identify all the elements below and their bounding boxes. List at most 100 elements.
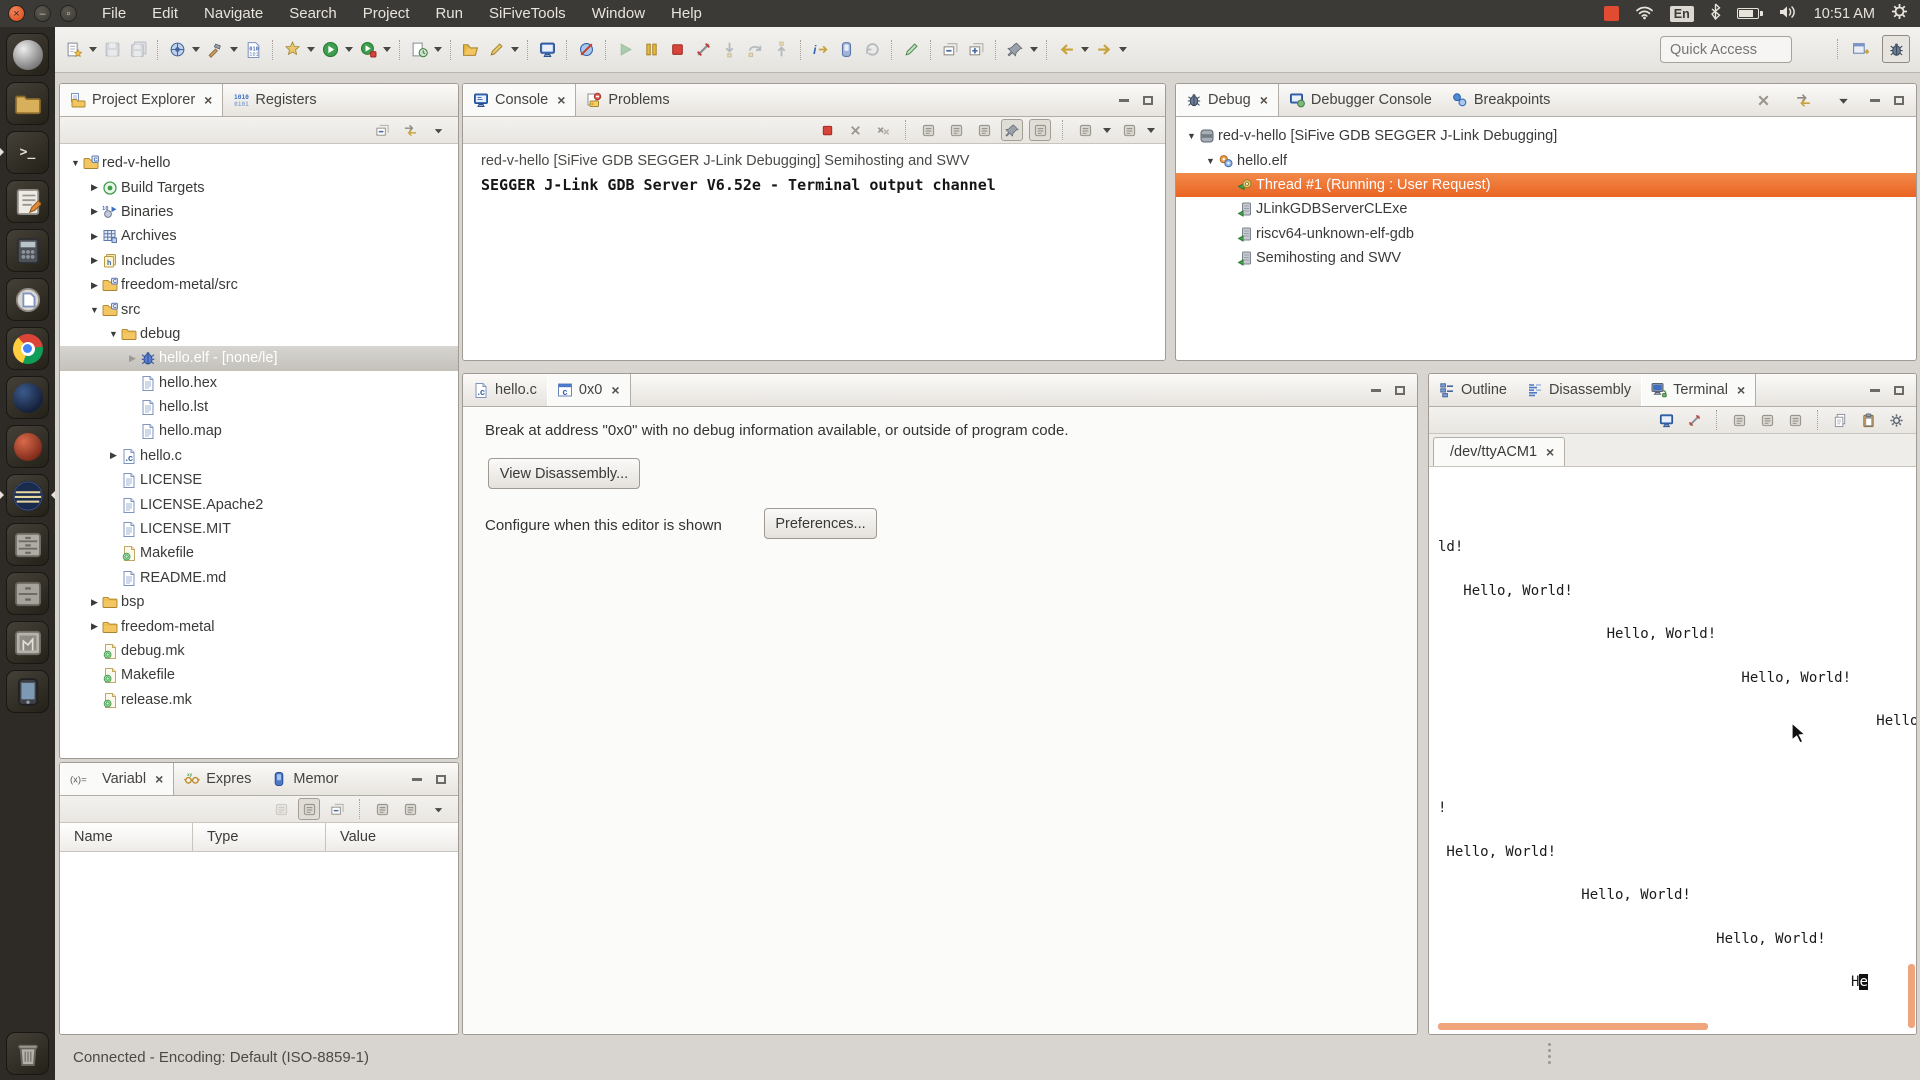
pin-button[interactable]: [1001, 119, 1023, 141]
launcher-icon-eclipse[interactable]: [6, 474, 49, 517]
tree-item-hello-elf[interactable]: ▼hello.elf: [1176, 148, 1916, 172]
collapse-arrow-icon[interactable]: ▼: [1203, 156, 1218, 166]
console-content[interactable]: red-v-hello [SiFive GDB SEGGER J-Link De…: [463, 144, 1165, 361]
clock[interactable]: 10:51 AM: [1814, 6, 1875, 22]
tree-item-riscv64-unknown-elf-gdb[interactable]: riscv64-unknown-elf-gdb: [1176, 222, 1916, 246]
launcher-icon-dash[interactable]: [6, 33, 49, 76]
tab-debug[interactable]: Debug ×: [1176, 84, 1279, 116]
tree-item-license[interactable]: LICENSE: [60, 468, 458, 492]
menu-project[interactable]: Project: [352, 3, 421, 24]
disconnect-button[interactable]: [691, 38, 715, 62]
view-menu-button[interactable]: [1831, 88, 1855, 112]
clear-button[interactable]: [1756, 409, 1778, 431]
scroll-lock-button[interactable]: [945, 119, 967, 141]
tab-project-explorer[interactable]: Project Explorer ×: [60, 84, 223, 116]
lock-button[interactable]: [1784, 409, 1806, 431]
minimize-view-icon[interactable]: [1870, 99, 1880, 102]
instruction-step-button[interactable]: i: [808, 38, 832, 62]
minimize-view-icon[interactable]: [1371, 389, 1381, 392]
menu-edit[interactable]: Edit: [141, 3, 189, 24]
run-button[interactable]: [318, 38, 342, 62]
collapse-all-button[interactable]: [326, 798, 348, 820]
new-wizard-button[interactable]: [62, 38, 86, 62]
memory-view-button[interactable]: [834, 38, 858, 62]
volume-icon[interactable]: [1779, 4, 1798, 24]
pin-button[interactable]: [1003, 38, 1027, 62]
collapse-arrow-icon[interactable]: ▼: [106, 329, 121, 339]
view-menu-button[interactable]: [427, 119, 449, 141]
forward-button[interactable]: [1092, 38, 1116, 62]
maximize-view-icon[interactable]: [1894, 96, 1904, 105]
back-button[interactable]: [1054, 38, 1078, 62]
skip-breakpoints-button[interactable]: [574, 38, 598, 62]
collapse-arrow-icon[interactable]: ▼: [87, 305, 102, 315]
dropdown-arrow-icon[interactable]: [1079, 38, 1091, 62]
tree-item-makefile[interactable]: Makefile: [60, 541, 458, 565]
variables-table-body[interactable]: [60, 852, 458, 1035]
dropdown-arrow-icon[interactable]: [1028, 38, 1040, 62]
expand-arrow-icon[interactable]: ▶: [106, 450, 121, 461]
maximize-view-icon[interactable]: [1395, 386, 1405, 395]
horizontal-scrollbar[interactable]: [1438, 1023, 1708, 1030]
tab-expressions[interactable]: xy Expres: [174, 763, 261, 795]
minimize-window-button[interactable]: –: [34, 5, 51, 22]
word-wrap-button[interactable]: [973, 119, 995, 141]
close-icon[interactable]: ×: [204, 92, 212, 108]
expand-all-button[interactable]: [964, 38, 988, 62]
launcher-icon-drawer-3[interactable]: [6, 621, 49, 664]
keyboard-indicator[interactable]: En: [1670, 6, 1694, 22]
tab-variables[interactable]: (x)= Variabl ×: [60, 763, 174, 795]
tree-item-semihosting-and-swv[interactable]: Semihosting and SWV: [1176, 246, 1916, 270]
tree-mode-button[interactable]: [298, 798, 320, 820]
dropdown-arrow-icon[interactable]: [381, 38, 393, 62]
coverage-button[interactable]: [356, 38, 380, 62]
edit-button[interactable]: [484, 38, 508, 62]
dropdown-arrow-icon[interactable]: [509, 38, 521, 62]
clear-button[interactable]: [917, 119, 939, 141]
profile-button[interactable]: [407, 38, 431, 62]
maximize-window-button[interactable]: ▫: [60, 5, 77, 22]
new-terminal-button[interactable]: [1655, 409, 1677, 431]
suspend-button[interactable]: [639, 38, 663, 62]
dropdown-arrow-icon[interactable]: [1117, 38, 1129, 62]
close-icon[interactable]: ×: [155, 771, 163, 787]
expand-arrow-icon[interactable]: ▶: [87, 621, 102, 632]
copy-button[interactable]: [1829, 409, 1851, 431]
expand-arrow-icon[interactable]: ▶: [87, 182, 102, 193]
tab-serial-port[interactable]: /dev/ttyACM1 ×: [1433, 437, 1565, 466]
view-disassembly-button[interactable]: View Disassembly...: [488, 458, 640, 489]
target-button[interactable]: [165, 38, 189, 62]
expand-arrow-icon[interactable]: ▶: [125, 353, 140, 364]
binary-doc-button[interactable]: 010101: [241, 38, 265, 62]
tree-item-license-apache2[interactable]: LICENSE.Apache2: [60, 492, 458, 516]
vertical-scrollbar[interactable]: [1908, 964, 1915, 1028]
dropdown-arrow-icon[interactable]: [305, 38, 317, 62]
menu-window[interactable]: Window: [581, 3, 656, 24]
launcher-icon-system-red[interactable]: [6, 425, 49, 468]
maximize-view-icon[interactable]: [1143, 96, 1153, 105]
menu-run[interactable]: Run: [424, 3, 474, 24]
disconnect-button[interactable]: [1683, 409, 1705, 431]
tab-breakpoints[interactable]: Breakpoints: [1442, 84, 1561, 116]
tree-item-red-v-hello[interactable]: ▼Cred-v-hello: [60, 151, 458, 175]
open-console-button[interactable]: [1074, 119, 1096, 141]
tree-item-src[interactable]: ▼Csrc: [60, 297, 458, 321]
tab-memory[interactable]: Memor: [261, 763, 348, 795]
menu-navigate[interactable]: Navigate: [193, 3, 274, 24]
new-expression-button[interactable]: [371, 798, 393, 820]
session-gear-icon[interactable]: [1891, 3, 1908, 24]
bluetooth-icon[interactable]: [1710, 3, 1721, 24]
launcher-icon-terminal[interactable]: >_: [6, 131, 49, 174]
column-header-value[interactable]: Value: [326, 823, 376, 851]
x-gray-button[interactable]: [844, 119, 866, 141]
dropdown-arrow-icon[interactable]: [190, 38, 202, 62]
tree-item-bsp[interactable]: ▶bsp: [60, 590, 458, 614]
menu-help[interactable]: Help: [660, 3, 713, 24]
minimize-view-icon[interactable]: [1119, 99, 1129, 102]
tree-item-readme-md[interactable]: README.md: [60, 566, 458, 590]
battery-icon[interactable]: [1737, 8, 1763, 19]
launcher-icon-calculator[interactable]: [6, 229, 49, 272]
tree-item-debug-mk[interactable]: debug.mk: [60, 639, 458, 663]
dropdown-arrow-icon[interactable]: [1101, 118, 1113, 142]
dropdown-arrow-icon[interactable]: [228, 38, 240, 62]
